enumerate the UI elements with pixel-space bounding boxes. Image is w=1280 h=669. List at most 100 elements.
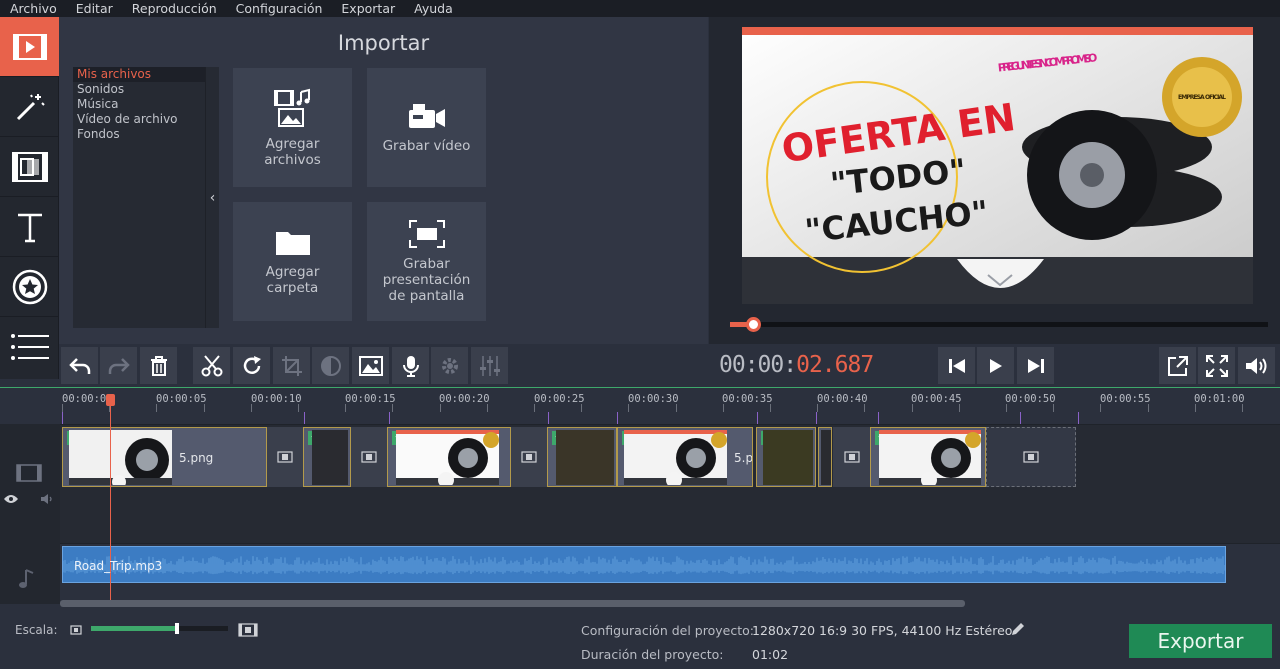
category-list: Mis archivos Sonidos Música Vídeo de arc… <box>73 67 205 328</box>
ruler-tick <box>817 404 818 412</box>
seek-handle[interactable] <box>746 317 762 332</box>
preview-seek-bar[interactable] <box>730 317 1268 332</box>
waveform <box>63 556 1225 575</box>
clip-7[interactable] <box>818 427 832 487</box>
crop-icon <box>281 355 302 376</box>
camera-icon <box>408 103 445 128</box>
transition-block[interactable] <box>351 427 387 487</box>
equalizer-button[interactable] <box>471 347 508 384</box>
image-button[interactable] <box>352 347 389 384</box>
ruler-label: 00:00:05 <box>156 393 207 405</box>
menu-exportar[interactable]: Exportar <box>331 1 404 16</box>
transition-block[interactable] <box>267 427 303 487</box>
clip-8[interactable]: ★ <box>870 427 986 487</box>
redo-button[interactable] <box>100 347 137 384</box>
export-button[interactable]: Exportar <box>1129 624 1272 658</box>
mute-icon[interactable] <box>40 493 54 505</box>
transition-icon <box>1023 451 1039 463</box>
list-menu-icon <box>10 334 49 360</box>
crop-button[interactable] <box>273 347 310 384</box>
record-video-label: Grabar vídeo <box>382 137 471 154</box>
detach-preview-button[interactable] <box>1159 347 1196 384</box>
menu-reproduccion[interactable]: Reproducción <box>122 1 226 16</box>
clip-thumbnail <box>69 430 172 485</box>
category-stock-video[interactable]: Vídeo de archivo <box>73 112 205 127</box>
previous-frame-button[interactable] <box>938 347 975 384</box>
zoom-out-film-icon[interactable] <box>70 625 82 635</box>
clip-2[interactable]: ★ <box>303 427 351 487</box>
eye-icon[interactable] <box>3 494 19 504</box>
record-voice-button[interactable] <box>392 347 429 384</box>
sidebar-more-button[interactable] <box>0 317 59 377</box>
waveform-path <box>63 556 1225 575</box>
undo-button[interactable] <box>61 347 98 384</box>
screen-record-tile[interactable]: Grabar presentación de pantalla <box>367 202 486 321</box>
clip-marker <box>816 412 817 424</box>
preview-badge-text: EMPRESA OFICIAL <box>1178 94 1226 101</box>
timeline-ruler[interactable]: 00:00:00 00:00:05 00:00:10 00:00:15 00:0… <box>0 387 1280 412</box>
delete-button[interactable] <box>140 347 177 384</box>
playhead-handle[interactable] <box>106 394 115 406</box>
add-folder-tile[interactable]: Agregar carpeta <box>233 202 352 321</box>
video-track-icon <box>16 464 42 482</box>
redo-icon <box>108 357 130 374</box>
sidebar-filters-button[interactable] <box>0 77 59 137</box>
color-adjust-button[interactable] <box>312 347 349 384</box>
scale-handle[interactable] <box>175 623 180 634</box>
ruler-tick <box>676 404 677 412</box>
clip-3[interactable]: ★ <box>387 427 511 487</box>
star-sticker-icon <box>12 269 47 304</box>
scale-fill <box>91 626 178 631</box>
transition-block[interactable] <box>833 427 870 487</box>
category-backgrounds[interactable]: Fondos <box>73 127 205 142</box>
timecode-display: 00:00:02.687 <box>719 352 874 378</box>
fullscreen-button[interactable] <box>1198 347 1235 384</box>
clip-6[interactable]: ★ <box>756 427 816 487</box>
ruler-label: 00:00:30 <box>628 393 679 405</box>
menu-archivo[interactable]: Archivo <box>0 1 66 16</box>
ruler-tick <box>1242 404 1243 412</box>
menu-configuracion[interactable]: Configuración <box>226 1 332 16</box>
collapse-panel-button[interactable]: ‹ <box>205 67 219 328</box>
pencil-edit-icon[interactable] <box>1011 622 1025 636</box>
magic-wand-icon <box>16 93 45 120</box>
ruler-label: 00:01:00 <box>1194 393 1245 405</box>
sidebar-import-button[interactable] <box>0 17 59 77</box>
audio-clip-road-trip[interactable]: Road_Trip.mp3 <box>62 546 1226 583</box>
next-frame-button[interactable] <box>1017 347 1054 384</box>
clip-4[interactable]: ★ <box>547 427 617 487</box>
timeline-scrollbar[interactable] <box>60 600 965 607</box>
record-video-tile[interactable]: Grabar vídeo <box>367 68 486 187</box>
menu-ayuda[interactable]: Ayuda <box>404 1 462 16</box>
menu-editar[interactable]: Editar <box>66 1 122 16</box>
transition-film-icon <box>11 151 48 182</box>
scale-slider[interactable] <box>91 623 228 634</box>
menu-bar: Archivo Editar Reproducción Configuració… <box>0 0 1280 17</box>
play-button[interactable] <box>977 347 1014 384</box>
clip-name: 5.p <box>734 451 753 465</box>
transition-block[interactable] <box>511 427 547 487</box>
sidebar-stickers-button[interactable] <box>0 257 59 317</box>
ruler-label: 00:00:10 <box>251 393 302 405</box>
category-my-files[interactable]: Mis archivos <box>73 67 205 82</box>
clip-5-png-second[interactable]: ★ 5.p <box>617 427 753 487</box>
clip-marker <box>617 412 618 424</box>
volume-button[interactable] <box>1238 347 1275 384</box>
category-sounds[interactable]: Sonidos <box>73 82 205 97</box>
clip-5-png[interactable]: ★ 5.png <box>62 427 267 487</box>
ruler-tick <box>440 404 441 412</box>
category-music[interactable]: Música <box>73 97 205 112</box>
clip-marker <box>878 412 879 424</box>
zoom-in-film-icon[interactable] <box>238 623 258 637</box>
clip-marker <box>548 412 549 424</box>
sidebar-transitions-button[interactable] <box>0 137 59 197</box>
clip-settings-button[interactable] <box>431 347 468 384</box>
transition-block[interactable] <box>986 427 1076 487</box>
timecode-value: 02.687 <box>796 352 874 378</box>
split-button[interactable] <box>193 347 230 384</box>
ruler-label: 00:00:55 <box>1100 393 1151 405</box>
ruler-tick <box>1006 404 1007 412</box>
add-files-tile[interactable]: Agregar archivos <box>233 68 352 187</box>
rotate-button[interactable] <box>233 347 270 384</box>
sidebar-titles-button[interactable] <box>0 197 59 257</box>
